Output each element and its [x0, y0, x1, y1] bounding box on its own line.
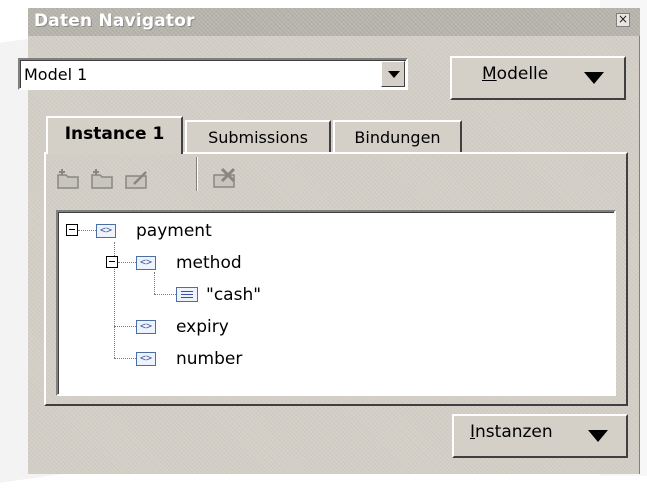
element-icon: <> — [136, 352, 156, 366]
close-icon: × — [617, 12, 629, 26]
title-bar[interactable]: Daten Navigator × — [28, 8, 640, 36]
edit-icon[interactable] — [124, 167, 150, 191]
instance-tree[interactable]: <> payment <> method "cash" <> expiry <>… — [56, 210, 616, 396]
dropdown-arrow-icon — [584, 72, 604, 84]
tab-submissions[interactable]: Submissions — [185, 120, 331, 152]
tree-node-label: expiry — [176, 317, 229, 337]
tab-bindungen[interactable]: Bindungen — [333, 120, 462, 152]
window-title: Daten Navigator — [34, 11, 195, 31]
tab-instance-1[interactable]: Instance 1 — [46, 116, 183, 154]
element-icon: <> — [136, 256, 156, 270]
models-button[interactable]: Modelle — [450, 56, 626, 100]
add-item-icon[interactable] — [56, 167, 82, 191]
delete-icon[interactable] — [212, 165, 238, 189]
collapse-icon[interactable] — [106, 256, 118, 268]
element-icon: <> — [136, 320, 156, 334]
tree-node-method[interactable]: <> method — [58, 252, 278, 274]
tree-node-payment[interactable]: <> payment — [58, 220, 258, 242]
instances-button-label: Instanzen — [470, 422, 553, 442]
models-button-label: Modelle — [482, 64, 549, 84]
toolbar-separator — [196, 157, 198, 191]
chevron-down-icon — [388, 71, 400, 78]
collapse-icon[interactable] — [66, 224, 78, 236]
tree-node-label: payment — [136, 221, 212, 241]
tree-node-expiry[interactable]: <> expiry — [58, 316, 258, 338]
model-select-value: Model 1 — [24, 65, 88, 84]
tree-node-text-value[interactable]: "cash" — [58, 284, 298, 306]
tree-node-label: number — [176, 349, 243, 369]
text-node-icon — [176, 287, 198, 302]
add-element-icon[interactable] — [90, 167, 116, 191]
tree-node-label: "cash" — [206, 285, 262, 305]
element-icon: <> — [96, 224, 116, 238]
dropdown-arrow-icon — [588, 430, 608, 442]
instances-button[interactable]: Instanzen — [452, 414, 628, 458]
model-select-dropdown-button[interactable] — [381, 61, 405, 87]
tree-node-label: method — [176, 253, 242, 273]
tree-node-number[interactable]: <> number — [58, 348, 258, 370]
model-select[interactable]: Model 1 — [18, 58, 408, 90]
close-button[interactable]: × — [616, 13, 630, 27]
